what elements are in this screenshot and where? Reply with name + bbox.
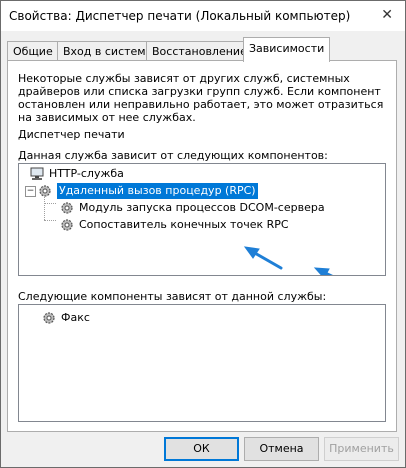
tree-item-label: Факс xyxy=(61,311,90,324)
description-text: Некоторые службы зависят от других служб… xyxy=(18,72,384,124)
gear-icon xyxy=(39,185,51,197)
tree-line xyxy=(44,220,56,221)
tab-dependencies[interactable]: Зависимости xyxy=(243,37,331,62)
arrow-to-rpc xyxy=(251,250,283,270)
window-title: Свойства: Диспетчер печати (Локальный ко… xyxy=(9,9,351,23)
gear-icon xyxy=(61,202,73,214)
gear-icon xyxy=(43,312,55,324)
computer-icon xyxy=(30,167,44,180)
properties-dialog: Свойства: Диспетчер печати (Локальный ко… xyxy=(0,0,406,468)
tab-logon[interactable]: Вход в систему xyxy=(57,41,159,61)
gear-icon xyxy=(61,219,73,231)
close-icon[interactable]: ✕ xyxy=(381,7,393,23)
service-name: Диспетчер печати xyxy=(18,128,125,141)
tree-item-label: Модуль запуска процессов DCOM-сервера xyxy=(79,201,325,214)
ok-button[interactable]: ОК xyxy=(164,437,239,461)
tab-panel-dependencies: Некоторые службы зависят от других служб… xyxy=(7,60,397,432)
title-bar: Свойства: Диспетчер печати (Локальный ко… xyxy=(1,1,405,31)
apply-button[interactable]: Применить xyxy=(324,437,399,461)
tree-item-label: HTTP-служба xyxy=(49,167,124,180)
arrow-to-dcom xyxy=(321,270,333,275)
collapse-icon[interactable]: − xyxy=(25,186,36,197)
dependents-tree[interactable]: Факс xyxy=(18,304,386,422)
depends-on-tree[interactable]: HTTP-служба − Удаленный вызов процедур (… xyxy=(18,163,386,276)
dependents-label: Следующие компоненты зависят от данной с… xyxy=(18,290,327,303)
tab-recovery[interactable]: Восстановление xyxy=(146,41,253,61)
tree-item-label: Сопоставитель конечных точек RPC xyxy=(79,218,289,231)
tab-general[interactable]: Общие xyxy=(7,41,59,61)
cancel-button[interactable]: Отмена xyxy=(244,437,319,461)
tree-item-label-selected: Удаленный вызов процедур (RPC) xyxy=(57,183,258,199)
depends-on-label: Данная служба зависит от следующих компо… xyxy=(18,149,328,162)
tree-line xyxy=(44,203,56,204)
